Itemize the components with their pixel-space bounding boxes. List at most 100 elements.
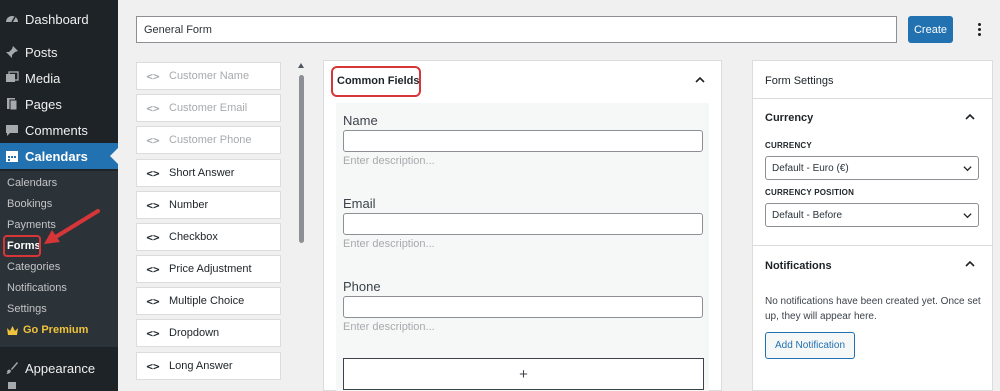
code-icon: <> — [146, 230, 160, 244]
palette-item-customer-phone[interactable]: <> Customer Phone — [136, 126, 281, 154]
code-icon: <> — [146, 133, 160, 147]
add-field-button[interactable]: + — [343, 358, 704, 390]
chevron-up-icon[interactable] — [965, 112, 975, 122]
red-annotation-arrow — [44, 209, 100, 244]
common-fields-title: Common Fields — [337, 75, 420, 87]
submenu-item-calendars[interactable]: Calendars — [7, 177, 57, 189]
email-field-input[interactable] — [343, 213, 703, 235]
comment-icon — [5, 123, 19, 137]
palette-item-short-answer[interactable]: <> Short Answer — [136, 159, 281, 187]
notifications-empty-text: No notifications have been created yet. … — [765, 296, 981, 322]
submenu-item-categories[interactable]: Categories — [7, 261, 60, 273]
menu-item-label: Appearance — [25, 360, 96, 376]
palette-scrollbar-thumb[interactable] — [299, 75, 304, 243]
code-icon: <> — [146, 198, 160, 212]
currency-position-label: CURRENCY POSITION — [765, 188, 855, 197]
brush-icon — [5, 361, 19, 375]
scroll-up-arrow-icon[interactable] — [298, 63, 304, 68]
palette-item-label: Customer Name — [169, 70, 250, 82]
palette-item-customer-email[interactable]: <> Customer Email — [136, 94, 281, 122]
code-icon: <> — [146, 101, 160, 115]
phone-field-input[interactable] — [343, 296, 703, 318]
submenu-item-settings[interactable]: Settings — [7, 303, 47, 315]
code-icon: <> — [146, 294, 160, 308]
palette-item-long-answer[interactable]: <> Long Answer — [136, 352, 281, 380]
common-fields-header[interactable]: Common Fields — [324, 61, 721, 101]
palette-item-multiple-choice[interactable]: <> Multiple Choice — [136, 287, 281, 315]
palette-item-checkbox[interactable]: <> Checkbox — [136, 223, 281, 251]
submenu-item-notifications[interactable]: Notifications — [7, 282, 67, 294]
submenu-item-go-premium[interactable]: Go Premium — [7, 324, 88, 336]
palette-item-number[interactable]: <> Number — [136, 191, 281, 219]
pin-icon — [5, 45, 19, 59]
menu-item-pages[interactable]: Pages — [0, 91, 118, 117]
menu-item-posts[interactable]: Posts — [0, 39, 118, 65]
add-notification-button[interactable]: Add Notification — [765, 332, 855, 359]
name-field-description[interactable]: Enter description... — [343, 155, 435, 167]
menu-item-label: Media — [25, 70, 61, 86]
palette-item-label: Price Adjustment — [169, 263, 252, 275]
premium-label: Go Premium — [23, 324, 89, 336]
currency-position-select[interactable]: Default - Before — [765, 203, 979, 227]
currency-section-title[interactable]: Currency — [765, 112, 813, 124]
form-settings-panel: Form Settings Currency CURRENCY Default … — [752, 60, 993, 391]
code-icon: <> — [146, 69, 160, 83]
currency-label: CURRENCY — [765, 141, 812, 150]
phone-field-description[interactable]: Enter description... — [343, 321, 435, 333]
divider — [753, 98, 992, 99]
admin-sidebar: Dashboard Posts Media Pages Comments Cal… — [0, 0, 118, 391]
calendar-icon — [5, 149, 19, 163]
menu-item-label: Dashboard — [25, 11, 89, 27]
palette-item-label: Checkbox — [169, 231, 218, 243]
menu-item-media[interactable]: Media — [0, 65, 118, 91]
notifications-section-title[interactable]: Notifications — [765, 260, 832, 272]
name-field-input[interactable] — [343, 130, 703, 152]
palette-item-dropdown[interactable]: <> Dropdown — [136, 319, 281, 347]
email-field-description[interactable]: Enter description... — [343, 238, 435, 250]
form-canvas: Common Fields Name Enter description... … — [323, 60, 722, 391]
currency-select[interactable]: Default - Euro (€) — [765, 156, 979, 180]
menu-item-dashboard[interactable]: Dashboard — [0, 6, 118, 32]
palette-item-label: Dropdown — [169, 327, 220, 339]
plugin-icon — [5, 382, 19, 391]
palette-item-label: Short Answer — [169, 167, 235, 179]
menu-item-label: Calendars — [25, 148, 88, 164]
chevron-down-icon — [963, 213, 972, 219]
chevron-up-icon[interactable] — [695, 75, 705, 85]
palette-item-label: Customer Email — [169, 102, 248, 114]
field-palette: <> Customer Name <> Customer Email <> Cu… — [136, 60, 281, 391]
forms-highlight-box — [3, 235, 41, 257]
menu-item-appearance[interactable]: Appearance — [0, 355, 118, 381]
field-label-name: Name — [343, 113, 378, 128]
field-label-phone: Phone — [343, 279, 381, 294]
more-options-icon[interactable] — [972, 19, 986, 39]
create-button[interactable]: Create — [908, 16, 953, 43]
media-icon — [5, 71, 19, 85]
palette-item-label: Long Answer — [169, 360, 233, 372]
crown-icon — [7, 325, 18, 335]
form-settings-heading: Form Settings — [765, 75, 834, 87]
menu-item-calendars[interactable]: Calendars — [0, 143, 118, 169]
pages-icon — [5, 97, 19, 111]
divider — [753, 245, 992, 246]
palette-item-customer-name[interactable]: <> Customer Name — [136, 62, 281, 90]
code-icon: <> — [146, 262, 160, 276]
menu-item-label: Comments — [25, 122, 88, 138]
menu-item-label: Posts — [25, 44, 58, 60]
code-icon: <> — [146, 326, 160, 340]
palette-item-label: Customer Phone — [169, 134, 252, 146]
palette-item-label: Multiple Choice — [169, 295, 245, 307]
common-fields-body: Name Enter description... Email Enter de… — [336, 103, 709, 391]
field-label-email: Email — [343, 196, 376, 211]
active-menu-arrow — [110, 148, 118, 164]
currency-position-select-value: Default - Before — [772, 209, 843, 221]
calendars-submenu: Calendars Bookings Payments Forms Catego… — [0, 171, 118, 347]
currency-select-value: Default - Euro (€) — [772, 162, 849, 174]
chevron-up-icon[interactable] — [965, 259, 975, 269]
palette-item-label: Number — [169, 199, 209, 211]
palette-item-price-adjustment[interactable]: <> Price Adjustment — [136, 255, 281, 283]
menu-item-comments[interactable]: Comments — [0, 117, 118, 143]
code-icon: <> — [146, 166, 160, 180]
form-title-input[interactable]: General Form — [136, 16, 897, 43]
dashboard-icon — [5, 12, 19, 26]
